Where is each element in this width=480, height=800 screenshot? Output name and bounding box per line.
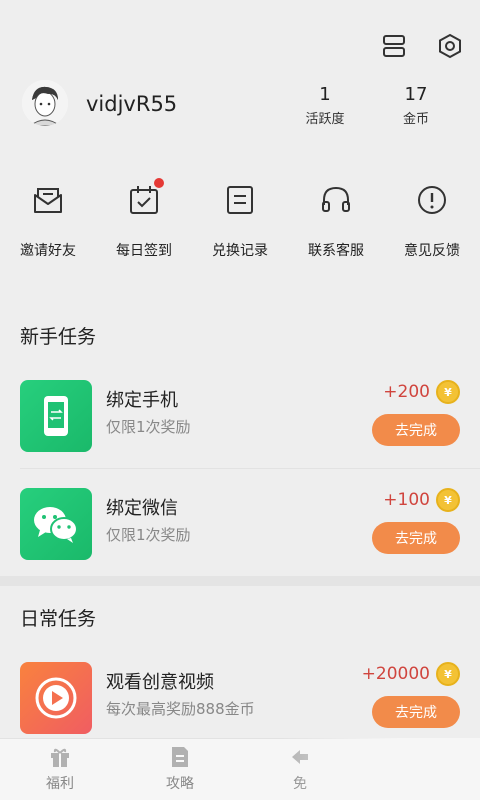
quick-feedback[interactable]: 意见反馈 — [384, 178, 480, 268]
go-complete-button[interactable]: 去完成 — [372, 414, 460, 446]
reward-value: +100 — [383, 490, 430, 510]
task-reward: +20000 ¥ — [362, 662, 460, 686]
reward-value: +20000 — [361, 664, 430, 684]
stat-activity[interactable]: 1 活跃度 — [285, 84, 365, 127]
exclamation-circle-icon — [410, 178, 454, 222]
stat-coins[interactable]: 17 金币 — [376, 84, 456, 127]
doc-icon — [167, 745, 193, 769]
task-bind-wechat: 绑定微信 仅限1次奖励 +100 ¥ 去完成 — [0, 484, 480, 584]
stat-value: 17 — [404, 84, 428, 105]
scan-icon[interactable] — [376, 28, 412, 64]
play-icon — [20, 662, 92, 734]
coin-icon: ¥ — [436, 488, 460, 512]
watermark-fade — [280, 738, 480, 800]
task-title: 绑定微信 — [106, 498, 178, 519]
nav-label: 福利 — [46, 776, 74, 792]
phone-icon — [20, 380, 92, 452]
calendar-check-icon — [122, 178, 166, 222]
stat-label: 活跃度 — [305, 112, 345, 127]
username: vidjvR55 — [86, 92, 178, 116]
nav-label: 攻略 — [166, 776, 194, 792]
section-gap — [0, 576, 480, 586]
quick-contact-support[interactable]: 联系客服 — [288, 178, 384, 268]
top-bar — [0, 28, 480, 68]
coin-icon: ¥ — [436, 662, 460, 686]
quick-daily-checkin[interactable]: 每日签到 — [96, 178, 192, 268]
quick-action-label: 每日签到 — [116, 243, 172, 259]
coin-icon: ¥ — [436, 380, 460, 404]
quick-action-label: 意见反馈 — [404, 243, 460, 259]
task-bind-phone: 绑定手机 仅限1次奖励 +200 ¥ 去完成 — [0, 376, 480, 476]
nav-guide[interactable]: 攻略 — [120, 739, 240, 800]
gift-icon — [47, 745, 73, 769]
task-desc: 仅限1次奖励 — [106, 526, 191, 544]
profile-header: vidjvR55 1 活跃度 17 金币 — [0, 78, 480, 138]
document-list-icon — [218, 178, 262, 222]
wechat-icon — [20, 488, 92, 560]
quick-action-label: 联系客服 — [308, 243, 364, 259]
go-complete-button[interactable]: 去完成 — [372, 696, 460, 728]
go-complete-button[interactable]: 去完成 — [372, 522, 460, 554]
divider — [20, 468, 480, 469]
envelope-icon — [26, 178, 70, 222]
quick-redeem-history[interactable]: 兑换记录 — [192, 178, 288, 268]
task-reward: +200 ¥ — [383, 380, 460, 404]
task-title: 绑定手机 — [106, 390, 178, 411]
quick-action-label: 邀请好友 — [20, 243, 76, 259]
stat-label: 金币 — [402, 112, 429, 127]
section-title-newbie: 新手任务 — [20, 326, 97, 348]
quick-invite-friends[interactable]: 邀请好友 — [0, 178, 96, 268]
stat-value: 1 — [319, 84, 331, 105]
avatar[interactable] — [22, 80, 68, 126]
section-title-daily: 日常任务 — [20, 608, 97, 630]
task-title: 观看创意视频 — [106, 672, 214, 693]
task-desc: 仅限1次奖励 — [106, 418, 191, 436]
notification-dot — [154, 178, 164, 188]
settings-icon[interactable] — [432, 28, 468, 64]
headphones-icon — [314, 178, 358, 222]
nav-welfare[interactable]: 福利 — [0, 739, 120, 800]
task-reward: +100 ¥ — [383, 488, 460, 512]
quick-action-label: 兑换记录 — [212, 243, 268, 259]
quick-actions: 邀请好友 每日签到 兑换记录 联系客服 意见反馈 — [0, 178, 480, 268]
task-desc: 每次最高奖励888金币 — [106, 700, 255, 718]
reward-value: +200 — [383, 382, 430, 402]
bottom-nav: 福利 攻略 免 — [0, 738, 480, 800]
